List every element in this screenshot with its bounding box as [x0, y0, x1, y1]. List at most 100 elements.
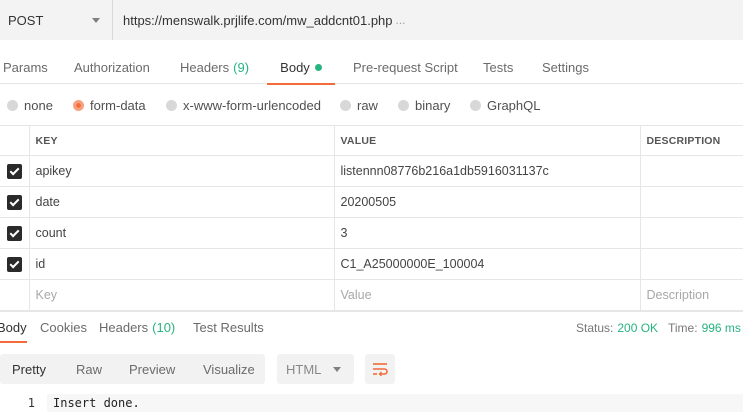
- method-label: POST: [8, 12, 44, 28]
- table-header-row: KEY VALUE DESCRIPTION: [0, 125, 743, 156]
- radio-x-www-form-urlencoded[interactable]: x-www-form-urlencoded: [166, 92, 321, 118]
- row-checkbox-cell: [0, 279, 30, 311]
- modified-dot-icon: [314, 63, 322, 71]
- response-body-viewer[interactable]: 1 Insert done.: [0, 394, 743, 415]
- tab-body[interactable]: Body: [267, 50, 335, 85]
- tab-params[interactable]: Params: [3, 50, 48, 84]
- status-value: 200 OK: [617, 320, 659, 335]
- radio-raw[interactable]: raw: [340, 92, 378, 118]
- format-button-group: Pretty Raw Preview Visualize: [0, 354, 265, 384]
- tab-label: Params: [3, 59, 48, 75]
- language-select[interactable]: HTML: [277, 354, 354, 384]
- row-checkbox-cell: [0, 186, 30, 218]
- wrap-lines-icon: [373, 363, 388, 376]
- format-visualize-button[interactable]: Visualize: [203, 354, 255, 384]
- response-tab-body[interactable]: Body: [0, 312, 27, 343]
- tab-label: Authorization: [74, 59, 150, 75]
- request-tabs: Params Authorization Headers (9) Body Pr…: [0, 50, 743, 85]
- table-row-empty: Key Value Description: [0, 279, 743, 311]
- table-row: date 20200505: [0, 186, 743, 218]
- tab-settings[interactable]: Settings: [542, 50, 589, 84]
- body-type-radio-group: none form-data x-www-form-urlencoded raw…: [0, 92, 743, 118]
- tab-authorization[interactable]: Authorization: [74, 50, 150, 84]
- tab-headers[interactable]: Headers (9): [180, 50, 249, 84]
- row-value-cell[interactable]: listennn08776b216a1db5916031137c: [333, 155, 641, 187]
- method-select[interactable]: POST: [0, 0, 113, 40]
- table-header-value: VALUE: [333, 125, 641, 156]
- tab-label: Pre-request Script: [353, 59, 458, 75]
- radio-label: form-data: [90, 97, 146, 113]
- url-text: https://menswalk.prjlife.com/mw_addcnt01…: [123, 12, 393, 28]
- row-key-cell[interactable]: count: [28, 217, 335, 249]
- language-label: HTML: [286, 361, 322, 377]
- format-preview-button[interactable]: Preview: [129, 354, 175, 384]
- checkbox-checked-icon[interactable]: [6, 256, 22, 272]
- status-label: Status:: [576, 320, 614, 335]
- checkbox-checked-icon[interactable]: [6, 225, 22, 241]
- tab-label: Test Results: [193, 320, 264, 335]
- radio-graphql[interactable]: GraphQL: [470, 92, 540, 118]
- new-value-input[interactable]: Value: [333, 279, 641, 311]
- format-pretty-button[interactable]: Pretty: [12, 354, 46, 384]
- row-checkbox-cell: [0, 217, 30, 249]
- row-key-cell[interactable]: date: [28, 186, 335, 218]
- response-body-text: Insert done.: [53, 396, 140, 410]
- tab-label: Body: [0, 320, 27, 335]
- response-status: Status: 200 OK: [576, 312, 658, 343]
- response-tab-cookies[interactable]: Cookies: [40, 312, 87, 343]
- radio-form-data[interactable]: form-data: [73, 92, 146, 118]
- table-row: apikey listennn08776b216a1db5916031137c: [0, 155, 743, 187]
- radio-label: raw: [357, 97, 378, 113]
- checkbox-checked-icon[interactable]: [6, 163, 22, 179]
- table-header-description: DESCRIPTION: [639, 125, 743, 156]
- checkbox-checked-icon[interactable]: [6, 194, 22, 210]
- new-key-input[interactable]: Key: [28, 279, 335, 311]
- form-data-table: KEY VALUE DESCRIPTION apikey listennn087…: [0, 125, 743, 311]
- tab-label: Headers: [180, 59, 230, 75]
- new-description-input[interactable]: Description: [639, 279, 743, 311]
- row-value-cell[interactable]: 20200505: [333, 186, 641, 218]
- response-tabs: Body Cookies Headers (10) Test Results S…: [0, 311, 743, 343]
- tab-label: Cookies: [40, 320, 87, 335]
- row-description-cell[interactable]: [639, 186, 743, 218]
- row-description-cell[interactable]: [639, 217, 743, 249]
- radio-label: GraphQL: [487, 97, 541, 113]
- active-line-highlight: [47, 394, 743, 412]
- tab-count-badge: (9): [233, 59, 250, 75]
- row-value-cell[interactable]: C1_A25000000E_100004: [333, 248, 641, 280]
- row-key-cell[interactable]: id: [28, 248, 335, 280]
- row-description-cell[interactable]: [639, 155, 743, 187]
- tab-tests[interactable]: Tests: [483, 50, 513, 84]
- chevron-down-icon: [92, 17, 100, 23]
- tab-pre-request-script[interactable]: Pre-request Script: [353, 50, 458, 84]
- row-key-cell[interactable]: apikey: [28, 155, 335, 187]
- table-row: id C1_A25000000E_100004: [0, 248, 743, 280]
- row-checkbox-cell: [0, 248, 30, 280]
- radio-label: x-www-form-urlencoded: [183, 97, 321, 113]
- tab-label: Settings: [542, 59, 589, 75]
- url-overflow-ellipsis: ...: [395, 13, 406, 27]
- time-label: Time:: [668, 320, 698, 335]
- response-tab-test-results[interactable]: Test Results: [193, 312, 264, 343]
- radio-label: binary: [415, 97, 451, 113]
- format-raw-button[interactable]: Raw: [76, 354, 102, 384]
- radio-circle-icon: [166, 99, 177, 111]
- line-number: 1: [27, 396, 35, 410]
- response-tab-headers[interactable]: Headers (10): [99, 312, 175, 343]
- wrap-lines-button[interactable]: [365, 354, 395, 384]
- row-description-cell[interactable]: [639, 248, 743, 280]
- tab-label: Tests: [483, 59, 514, 75]
- tab-count-badge: (10): [152, 320, 176, 335]
- radio-binary[interactable]: binary: [398, 92, 450, 118]
- radio-circle-icon: [470, 99, 481, 111]
- radio-none[interactable]: none: [7, 92, 53, 118]
- tab-label: Body: [280, 59, 310, 75]
- radio-circle-icon: [398, 99, 409, 111]
- row-value-cell[interactable]: 3: [333, 217, 641, 249]
- chevron-down-icon: [333, 367, 341, 372]
- radio-selected-icon: [73, 99, 84, 111]
- radio-label: none: [24, 97, 53, 113]
- table-header-checkbox-cell: [0, 125, 30, 156]
- table-header-key: KEY: [28, 125, 335, 156]
- url-input[interactable]: https://menswalk.prjlife.com/mw_addcnt01…: [113, 0, 743, 40]
